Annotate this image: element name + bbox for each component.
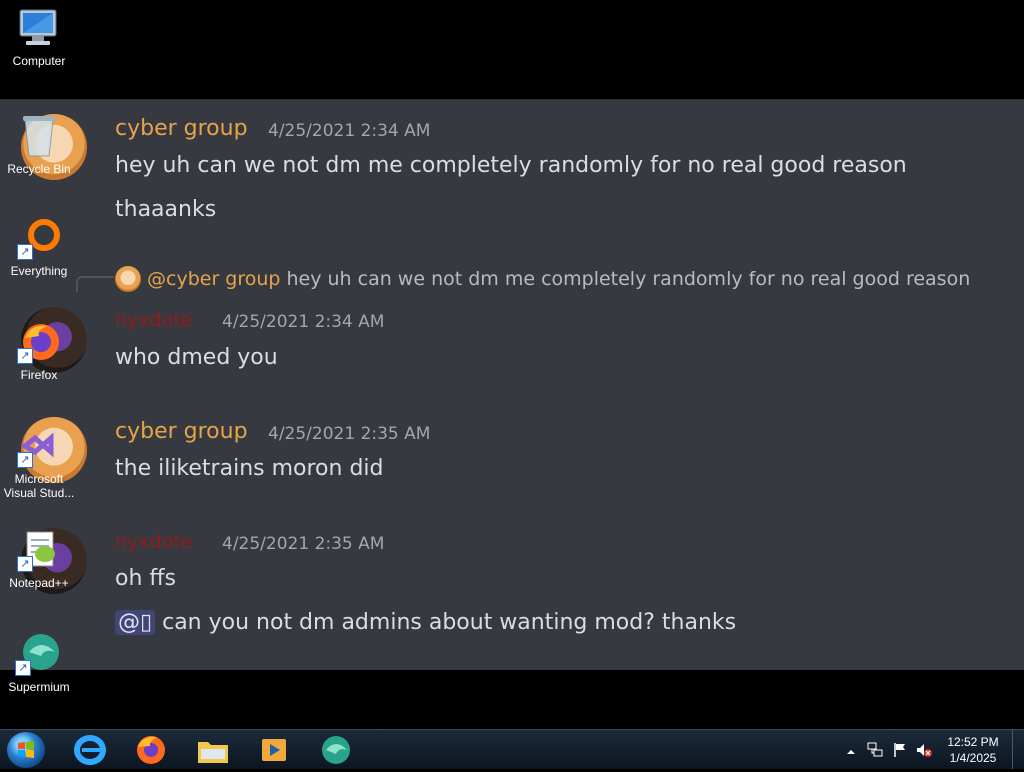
user-mention[interactable]: @▯ [115, 610, 156, 635]
file-explorer-icon [198, 742, 228, 763]
start-button[interactable] [7, 732, 45, 768]
desktop-icon-computer[interactable]: Computer [0, 8, 78, 68]
message-timestamp: 4/25/2021 2:35 AM [222, 534, 385, 554]
supermium-icon [322, 736, 350, 764]
desktop-icon-label: Computer [12, 54, 66, 68]
reply-connector [76, 276, 114, 292]
volume-button[interactable] [915, 741, 933, 759]
recycle-bin-icon [19, 112, 59, 158]
desktop-icon-visual-studio[interactable]: ↗ Microsoft Visual Stud... [0, 424, 78, 500]
desktop-icon-label: Notepad++ [9, 576, 69, 590]
message-text: thaaanks [115, 197, 217, 222]
reply-avatar [115, 266, 141, 292]
reply-author: @cyber group [147, 268, 281, 290]
shortcut-arrow-icon: ↗ [15, 660, 31, 676]
message-text: @▯ can you not dm admins about wanting m… [115, 610, 736, 635]
desktop-icon-supermium[interactable]: ↗ Supermium [0, 632, 78, 694]
firefox-icon [137, 736, 165, 764]
message-author: cyber group [115, 419, 248, 444]
windows-logo-icon [18, 741, 34, 758]
network-tray-button[interactable] [866, 741, 884, 759]
internet-explorer-icon [74, 735, 106, 765]
visual-studio-icon: ↗ [17, 424, 61, 468]
desktop-icon-label: Supermium [8, 680, 70, 694]
show-desktop-button[interactable] [1012, 730, 1024, 769]
message-timestamp: 4/25/2021 2:34 AM [222, 312, 385, 332]
taskbar-supermium[interactable] [318, 733, 354, 767]
taskbar-clock[interactable]: 12:52 PM 1/4/2025 [940, 734, 1006, 766]
message-text: the iliketrains moron did [115, 456, 384, 481]
mention-message: can you not dm admins about wanting mod?… [162, 610, 737, 635]
message-text: hey uh can we not dm me completely rando… [115, 153, 907, 178]
shortcut-arrow-icon: ↗ [17, 452, 33, 468]
action-center-flag-icon [894, 743, 905, 757]
shortcut-arrow-icon: ↗ [17, 556, 33, 572]
desktop: cyber group 4/25/2021 2:34 AM hey uh can… [0, 0, 1024, 729]
taskbar-media-player[interactable] [256, 733, 292, 767]
shortcut-arrow-icon: ↗ [17, 348, 33, 364]
desktop-icon-label: Firefox [20, 368, 58, 382]
desktop-icon-label: Microsoft Visual Stud... [3, 472, 75, 500]
chat-screenshot: cyber group 4/25/2021 2:34 AM hey uh can… [0, 99, 1024, 670]
show-hidden-icons-button[interactable] [845, 743, 857, 755]
taskbar-file-explorer[interactable] [195, 733, 231, 767]
message-author: nyxdote [115, 531, 193, 553]
desktop-icon-label: Recycle Bin [7, 162, 71, 176]
show-hidden-icons-icon [847, 750, 855, 754]
clock-time: 12:52 PM [947, 735, 999, 749]
desktop-icon-label: Everything [10, 264, 68, 278]
supermium-icon: ↗ [15, 632, 63, 676]
taskbar-firefox[interactable] [133, 733, 169, 767]
media-player-icon [262, 739, 286, 761]
everything-icon: ↗ [17, 216, 61, 260]
desktop-icon-firefox[interactable]: ↗ Firefox [0, 320, 78, 382]
shortcut-arrow-icon: ↗ [17, 244, 33, 260]
clock-date: 1/4/2025 [949, 751, 997, 765]
desktop-icon-notepad-plus-plus[interactable]: ↗ Notepad++ [0, 528, 78, 590]
computer-icon [16, 8, 62, 50]
message-timestamp: 4/25/2021 2:34 AM [268, 121, 431, 141]
action-center-button[interactable] [891, 741, 909, 759]
reply-text: hey uh can we not dm me completely rando… [286, 268, 971, 290]
volume-muted-icon [917, 744, 932, 757]
message-text: who dmed you [115, 345, 278, 370]
desktop-icon-everything[interactable]: ↗ Everything [0, 216, 78, 278]
taskbar: 12:52 PM 1/4/2025 [0, 729, 1024, 769]
message-timestamp: 4/25/2021 2:35 AM [268, 424, 431, 444]
firefox-icon: ↗ [17, 320, 61, 364]
message-author: cyber group [115, 116, 248, 141]
notepad-plus-plus-icon: ↗ [17, 528, 61, 572]
message-author: nyxdote [115, 309, 193, 331]
reply-preview[interactable]: @cyber group hey uh can we not dm me com… [115, 266, 970, 292]
desktop-icon-recycle-bin[interactable]: Recycle Bin [0, 112, 78, 176]
network-icon [867, 742, 883, 757]
message-text: oh ffs [115, 566, 177, 591]
taskbar-internet-explorer[interactable] [72, 733, 108, 767]
